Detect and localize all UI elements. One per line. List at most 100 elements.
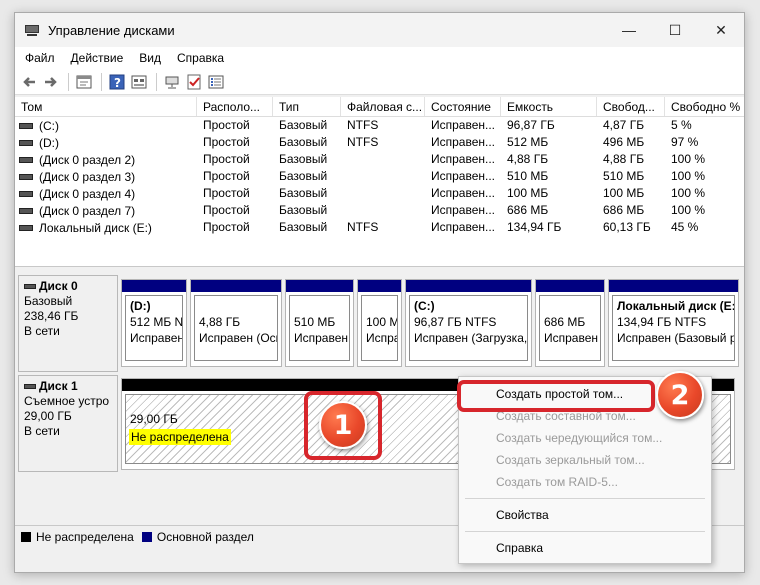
partition-line: 100 МБ (366, 315, 397, 329)
column-volume[interactable]: Том (15, 97, 197, 116)
disk0-size: 238,46 ГБ (24, 309, 79, 323)
cell-capacity: 686 МБ (507, 203, 549, 217)
cell-free-space: 60,13 ГБ (603, 220, 651, 234)
partition-info: (C:) 96,87 ГБ NTFS Исправен (Загрузка, (409, 295, 528, 361)
cell-layout: Простой (203, 220, 250, 234)
table-row[interactable]: (Диск 0 раздел 3) Простой Базовый Исправен.… (15, 168, 744, 185)
disk-management-app-icon (24, 22, 40, 38)
cell-status: Исправен... (431, 220, 496, 234)
connect-icon[interactable] (162, 72, 182, 92)
cell-free-percent: 45 % (671, 220, 699, 234)
cell-filesystem: NTFS (347, 220, 379, 234)
partition-block[interactable]: 100 МБ Исправ (357, 279, 402, 367)
check-icon[interactable] (184, 72, 204, 92)
minimize-button[interactable]: — (606, 13, 652, 47)
toolbar-divider (156, 72, 157, 91)
toolbar-divider (101, 72, 102, 91)
cell-volume: (C:) (15, 117, 197, 134)
legend-unallocated-swatch (21, 531, 31, 542)
disk0-label[interactable]: Диск 0 Базовый 238,46 ГБ В сети (18, 275, 118, 372)
partition-block[interactable]: 4,88 ГБ Исправен (Осн (190, 279, 282, 367)
window-title: Управление дисками (48, 22, 175, 38)
view-icon[interactable] (129, 72, 149, 92)
partition-line: 4,88 ГБ (199, 315, 241, 329)
partition-block[interactable]: (C:) 96,87 ГБ NTFS Исправен (Загрузка, (405, 279, 532, 367)
help-icon[interactable]: ? (107, 72, 127, 92)
cell-filesystem (341, 151, 425, 168)
volume-icon (19, 208, 33, 214)
volume-rows: (C:) Простой Базовый NTFS Исправен... 96,87 Г… (15, 117, 744, 236)
cell-volume-text: Локальный диск (E:) (39, 221, 152, 235)
column-filesystem[interactable]: Файловая с... (341, 97, 425, 116)
disk0-name: Диск 0 (39, 279, 78, 293)
volume-icon (19, 140, 33, 146)
list-icon[interactable] (206, 72, 226, 92)
volume-icon (19, 225, 33, 231)
partition-block[interactable]: 686 МБ Исправен (535, 279, 605, 367)
cell-status: Исправен... (431, 152, 496, 166)
partition-line: 134,94 ГБ NTFS (617, 315, 707, 329)
menu-item-help[interactable]: Справка (459, 537, 711, 559)
volume-icon (19, 123, 33, 129)
cell-volume: Локальный диск (E:) (15, 219, 197, 236)
forward-icon[interactable] (41, 72, 61, 92)
partition-block[interactable]: (D:) 512 МБ NT Исправен (121, 279, 187, 367)
menu-separator (465, 531, 705, 532)
cell-filesystem: NTFS (347, 118, 379, 132)
volume-icon (19, 174, 33, 180)
table-row[interactable]: (C:) Простой Базовый NTFS Исправен... 96,87 Г… (15, 117, 744, 134)
cell-free-space: 510 МБ (603, 169, 645, 183)
cell-type: Базовый (279, 169, 328, 183)
table-row[interactable]: Локальный диск (E:) Простой Базовый NTFS Исп… (15, 219, 744, 236)
title-bar: Управление дисками — ☐ ✕ (15, 13, 744, 47)
column-type[interactable]: Тип (273, 97, 341, 116)
cell-type: Базовый (279, 186, 328, 200)
unallocated-size: 29,00 ГБ (130, 412, 178, 426)
partition-line (199, 298, 273, 314)
maximize-button[interactable]: ☐ (652, 13, 698, 47)
column-layout[interactable]: Располо... (197, 97, 273, 116)
table-row[interactable]: (Диск 0 раздел 4) Простой Базовый Исправен.… (15, 185, 744, 202)
partition-info: 510 МБ Исправен (289, 295, 350, 361)
menu-action[interactable]: Действие (63, 51, 132, 65)
cell-volume: (Диск 0 раздел 7) (15, 202, 197, 219)
table-row[interactable]: (Диск 0 раздел 2) Простой Базовый Исправен.… (15, 151, 744, 168)
cell-free-space: 4,88 ГБ (603, 152, 645, 166)
menu-help[interactable]: Справка (169, 51, 232, 65)
cell-free-percent: 100 % (671, 203, 706, 217)
partition-line: Исправен (130, 331, 183, 345)
disk1-size: 29,00 ГБ (24, 409, 72, 423)
column-free-space[interactable]: Свобод... (597, 97, 665, 116)
partition-line (366, 298, 393, 314)
close-button[interactable]: ✕ (698, 13, 744, 47)
cell-volume-text: (C:) (39, 119, 59, 133)
step-badge-2: 2 (656, 371, 704, 419)
volume-list-header: Том Располо... Тип Файловая с... Состоян… (15, 97, 744, 117)
cell-layout: Простой (203, 169, 250, 183)
partition-line: Исправен (Осн (199, 331, 278, 345)
cell-capacity: 510 МБ (507, 169, 549, 183)
table-row[interactable]: (Диск 0 раздел 7) Простой Базовый Исправен.… (15, 202, 744, 219)
cell-status: Исправен... (431, 135, 496, 149)
back-icon[interactable] (19, 72, 39, 92)
cell-filesystem (341, 185, 425, 202)
cell-status: Исправен... (431, 118, 496, 132)
partition-block[interactable]: 510 МБ Исправен (285, 279, 354, 367)
column-free-percent[interactable]: Свободно % (665, 97, 744, 116)
properties-icon[interactable] (74, 72, 94, 92)
step-badge-1: 1 (319, 401, 367, 449)
menu-view[interactable]: Вид (131, 51, 169, 65)
volume-icon (19, 157, 33, 163)
disk1-type: Съемное устро (24, 394, 110, 408)
disk1-label[interactable]: Диск 1 Съемное устро 29,00 ГБ В сети (18, 375, 118, 472)
table-row[interactable]: (D:) Простой Базовый NTFS Исправен... 512 МБ 4… (15, 134, 744, 151)
partition-line: 96,87 ГБ NTFS (414, 315, 497, 329)
disk-icon (24, 284, 36, 289)
menu-file[interactable]: Файл (17, 51, 63, 65)
partition-block[interactable]: Локальный диск (E:) 134,94 ГБ NTFS Исправе… (608, 279, 739, 367)
partition-line (294, 298, 345, 314)
column-status[interactable]: Состояние (425, 97, 501, 116)
column-capacity[interactable]: Емкость (501, 97, 597, 116)
disk1-name: Диск 1 (39, 379, 78, 393)
menu-item-properties[interactable]: Свойства (459, 504, 711, 526)
